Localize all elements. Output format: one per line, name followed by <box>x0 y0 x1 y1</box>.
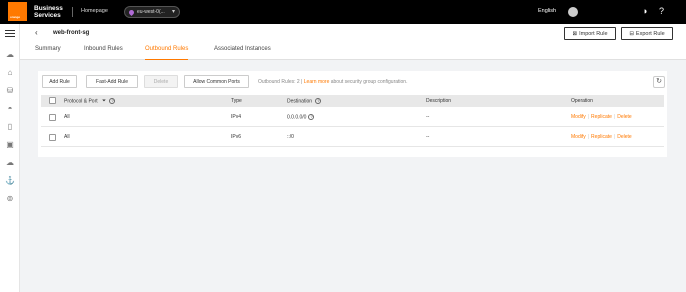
tab-associated-instances[interactable]: Associated Instances <box>214 46 271 60</box>
delete-link[interactable]: Delete <box>617 114 631 120</box>
orange-logo[interactable]: orange <box>8 2 27 21</box>
anchor-icon[interactable]: ⚓ <box>5 176 15 185</box>
menu-icon[interactable] <box>5 30 15 39</box>
modify-link[interactable]: Modify <box>571 114 586 120</box>
lock-icon[interactable]: ▣ <box>5 140 15 149</box>
tab-summary[interactable]: Summary <box>35 46 61 60</box>
import-rule-button[interactable]: ⊠ Import Rule <box>564 27 616 40</box>
language-selector[interactable]: English <box>538 8 556 14</box>
destination-cell: 0.0.0.0/0? <box>287 114 315 121</box>
modify-link[interactable]: Modify <box>571 134 586 140</box>
page-header: ‹ web-front-sg ⊠ Import Rule ⊟ Export Rule… <box>20 24 686 60</box>
tab-inbound-rules[interactable]: Inbound Rules <box>84 46 123 60</box>
allow-common-ports-button[interactable]: Allow Common Ports <box>184 75 249 88</box>
row-checkbox[interactable] <box>49 114 56 121</box>
replicate-link[interactable]: Replicate <box>591 114 612 120</box>
page-title: web-front-sg <box>53 30 90 36</box>
table-row: All IPv6 ::/0 -- Modify | Replicate | Delete <box>41 128 664 147</box>
region-selector[interactable]: eu-west-0(... ▾ <box>124 6 180 18</box>
table-row: All IPv4 0.0.0.0/0? -- Modify | Replicate |… <box>41 108 664 127</box>
type-cell: IPv4 <box>231 114 242 120</box>
avatar[interactable] <box>568 7 578 17</box>
add-rule-button[interactable]: Add Rule <box>42 75 77 88</box>
column-protocol-port: Protocol & Port ⏷ ? <box>64 98 116 105</box>
import-icon: ⊠ <box>572 30 578 37</box>
top-navigation-bar: orange Business Services Homepage eu-wes… <box>0 0 686 24</box>
rules-card: Add Rule Fast-Add Rule Delete Allow Comm… <box>38 71 667 157</box>
filter-icon[interactable]: ⏷ <box>102 98 106 104</box>
theme-toggle-icon[interactable]: ◑ <box>642 6 647 16</box>
description-cell: -- <box>426 114 430 120</box>
help-icon[interactable]: ? <box>315 98 322 104</box>
select-all-checkbox[interactable] <box>49 97 56 104</box>
replicate-link[interactable]: Replicate <box>591 134 612 140</box>
column-description: Description <box>426 98 452 104</box>
table-header: Protocol & Port ⏷ ? Type Destination ? D… <box>41 95 664 107</box>
sidebar: ☁ ⌂ ⛁ ◓ ▯ ▣ ☁ ⚓ ⊚ <box>0 24 20 292</box>
homepage-link[interactable]: Homepage <box>81 8 108 14</box>
protocol-cell: All <box>64 114 70 120</box>
delete-button[interactable]: Delete <box>144 75 178 88</box>
location-pin-icon <box>127 8 136 17</box>
brand-name: Business Services <box>34 5 63 19</box>
help-icon[interactable]: ? <box>659 6 664 16</box>
export-rule-button[interactable]: ⊟ Export Rule <box>621 27 673 40</box>
operation-cell: Modify | Replicate | Delete <box>571 134 632 140</box>
settings-icon[interactable]: ⊚ <box>5 194 15 203</box>
column-destination: Destination ? <box>287 98 322 105</box>
rules-info: Outbound Rules: 2 | Learn more about sec… <box>258 79 408 85</box>
cloud-service-icon[interactable]: ☁ <box>5 158 15 167</box>
help-icon[interactable]: ? <box>109 98 116 104</box>
tab-outbound-rules[interactable]: Outbound Rules <box>145 46 189 60</box>
network-icon[interactable]: ⛁ <box>5 86 15 95</box>
refresh-icon[interactable]: ↻ <box>653 76 665 88</box>
export-icon: ⊟ <box>629 30 634 37</box>
help-icon[interactable]: ? <box>308 114 315 120</box>
fast-add-rule-button[interactable]: Fast-Add Rule <box>86 75 138 88</box>
chevron-down-icon: ▾ <box>171 9 175 15</box>
description-cell: -- <box>426 134 430 140</box>
back-arrow-icon[interactable]: ‹ <box>35 28 38 37</box>
type-cell: IPv6 <box>231 134 242 140</box>
learn-more-link[interactable]: Learn more <box>304 79 330 85</box>
row-checkbox[interactable] <box>49 134 56 141</box>
destination-cell: ::/0 <box>287 134 294 140</box>
document-icon[interactable]: ▯ <box>5 122 15 131</box>
protocol-cell: All <box>64 134 70 140</box>
compute-icon[interactable]: ⌂ <box>5 68 15 77</box>
column-type: Type <box>231 98 242 104</box>
column-operation: Operation <box>571 98 593 104</box>
storage-icon[interactable]: ◓ <box>5 104 15 113</box>
brand-divider <box>72 7 73 17</box>
delete-link[interactable]: Delete <box>617 134 631 140</box>
cloud-icon[interactable]: ☁ <box>5 50 15 59</box>
region-label: eu-west-0(... <box>137 9 165 15</box>
operation-cell: Modify | Replicate | Delete <box>571 114 632 120</box>
